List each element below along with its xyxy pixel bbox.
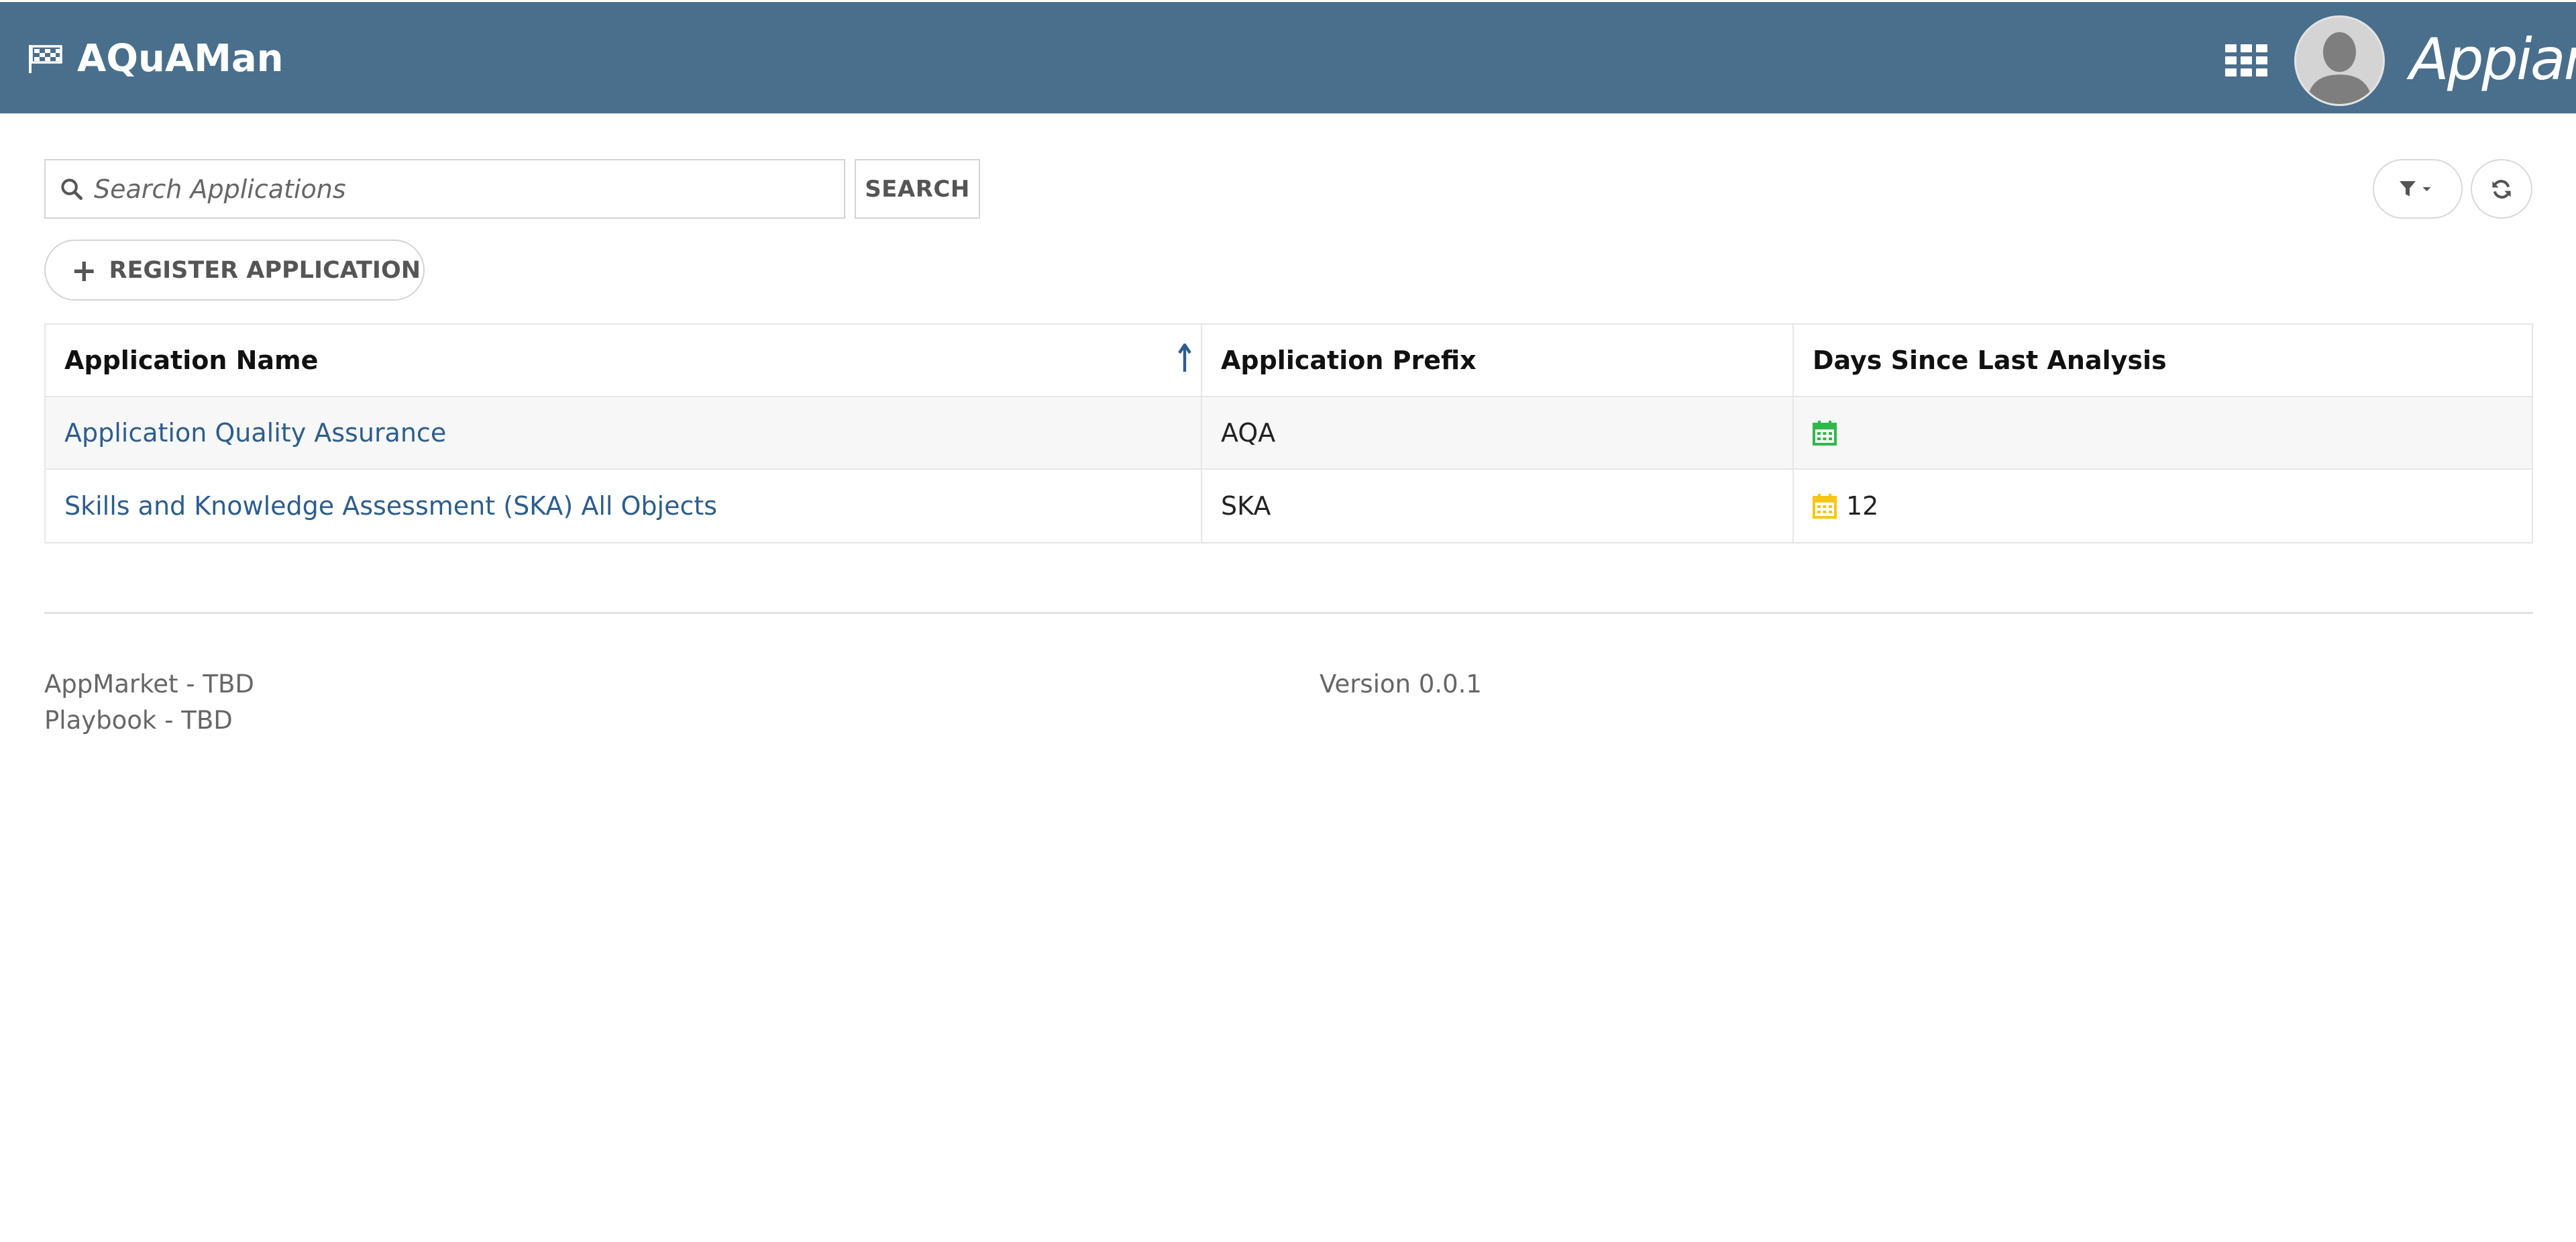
- column-header-label: Application Prefix: [1221, 346, 1477, 375]
- calendar-icon: [1813, 421, 1837, 446]
- app-title: AQuAMan: [77, 37, 284, 81]
- application-name-cell: Skills and Knowledge Assessment (SKA) Al…: [46, 470, 1201, 542]
- chevron-down-icon: [2422, 187, 2431, 191]
- column-header-application-name[interactable]: Application Name: [46, 325, 1201, 396]
- app-header: AQuAMan Appian: [0, 2, 2576, 113]
- register-application-label: REGISTER APPLICATION: [109, 256, 421, 284]
- calendar-icon: [1813, 494, 1837, 519]
- search-input[interactable]: [93, 161, 844, 217]
- version-label: Version 0.0.1: [1320, 670, 1482, 698]
- flag-icon: [29, 45, 62, 73]
- page: AQuAMan Appian SEARCH: [0, 0, 2576, 1242]
- application-name-cell: Application Quality Assurance: [46, 397, 1201, 468]
- user-avatar[interactable]: [2294, 15, 2385, 106]
- column-header-application-prefix[interactable]: Application Prefix: [1201, 325, 1792, 396]
- search-button[interactable]: SEARCH: [855, 159, 980, 219]
- applications-grid: Application Name Application Prefix Days…: [44, 323, 2533, 544]
- days-since-analysis-cell: 12: [1792, 470, 2532, 542]
- appian-logo: Appian: [2410, 26, 2576, 93]
- filter-button[interactable]: [2373, 159, 2463, 219]
- user-silhouette-icon: [2296, 17, 2383, 104]
- table-row: Skills and Knowledge Assessment (SKA) Al…: [46, 470, 2532, 542]
- search-icon: [61, 178, 83, 200]
- plus-icon: +: [71, 252, 97, 289]
- refresh-icon: [2492, 179, 2511, 199]
- playbook-link[interactable]: Playbook - TBD: [44, 703, 233, 738]
- application-link[interactable]: Skills and Knowledge Assessment (SKA) Al…: [64, 491, 717, 521]
- app-brand[interactable]: AQuAMan: [28, 32, 284, 86]
- register-application-button[interactable]: + REGISTER APPLICATION: [44, 240, 425, 301]
- column-header-label: Days Since Last Analysis: [1813, 346, 2167, 375]
- app-launcher-grid-icon[interactable]: [2225, 44, 2267, 76]
- table-row: Application Quality Assurance AQA: [46, 397, 2532, 470]
- application-prefix-cell: SKA: [1201, 470, 1792, 542]
- filter-icon: [2400, 180, 2431, 196]
- application-link[interactable]: Application Quality Assurance: [64, 418, 446, 448]
- sort-ascending-icon[interactable]: [1178, 344, 1191, 373]
- refresh-button[interactable]: [2471, 159, 2532, 219]
- days-value: 12: [1846, 491, 1879, 521]
- days-since-analysis-cell: [1792, 397, 2532, 468]
- column-header-days-since-last-analysis[interactable]: Days Since Last Analysis: [1792, 325, 2532, 396]
- grid-header-row: Application Name Application Prefix Days…: [46, 325, 2532, 397]
- application-prefix-cell: AQA: [1201, 397, 1792, 468]
- appmarket-link[interactable]: AppMarket - TBD: [44, 667, 254, 702]
- footer-divider: [44, 612, 2533, 614]
- column-header-label: Application Name: [64, 346, 319, 375]
- search-field[interactable]: [44, 159, 845, 219]
